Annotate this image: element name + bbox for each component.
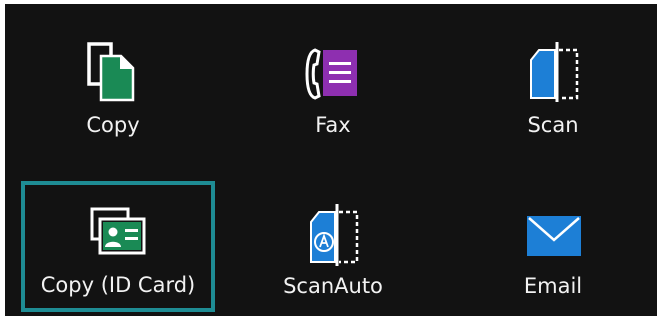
copy-id-card-app-tile[interactable]: Copy (ID Card) (21, 181, 215, 312)
app-launcher-grid: Copy Fax Scan Copy (ID Card) ScanAuto Em… (5, 4, 657, 316)
email-app-tile[interactable]: Email (457, 186, 649, 312)
scanauto-label: ScanAuto (283, 274, 383, 298)
email-label: Email (523, 274, 583, 298)
fax-icon (301, 38, 365, 102)
fax-app-tile[interactable]: Fax (237, 26, 429, 152)
fax-label: Fax (315, 113, 351, 137)
copy-icon (81, 38, 145, 102)
scanauto-app-tile[interactable]: ScanAuto (237, 186, 429, 312)
envelope-icon (521, 202, 585, 266)
copy-label: Copy (86, 113, 140, 137)
scan-auto-icon (301, 202, 365, 266)
copy-id-card-label: Copy (ID Card) (40, 273, 196, 297)
copy-app-tile[interactable]: Copy (17, 26, 209, 152)
scan-icon (521, 38, 585, 102)
id-card-copy-icon (86, 201, 150, 265)
scan-label: Scan (527, 113, 579, 137)
scan-app-tile[interactable]: Scan (457, 26, 649, 152)
